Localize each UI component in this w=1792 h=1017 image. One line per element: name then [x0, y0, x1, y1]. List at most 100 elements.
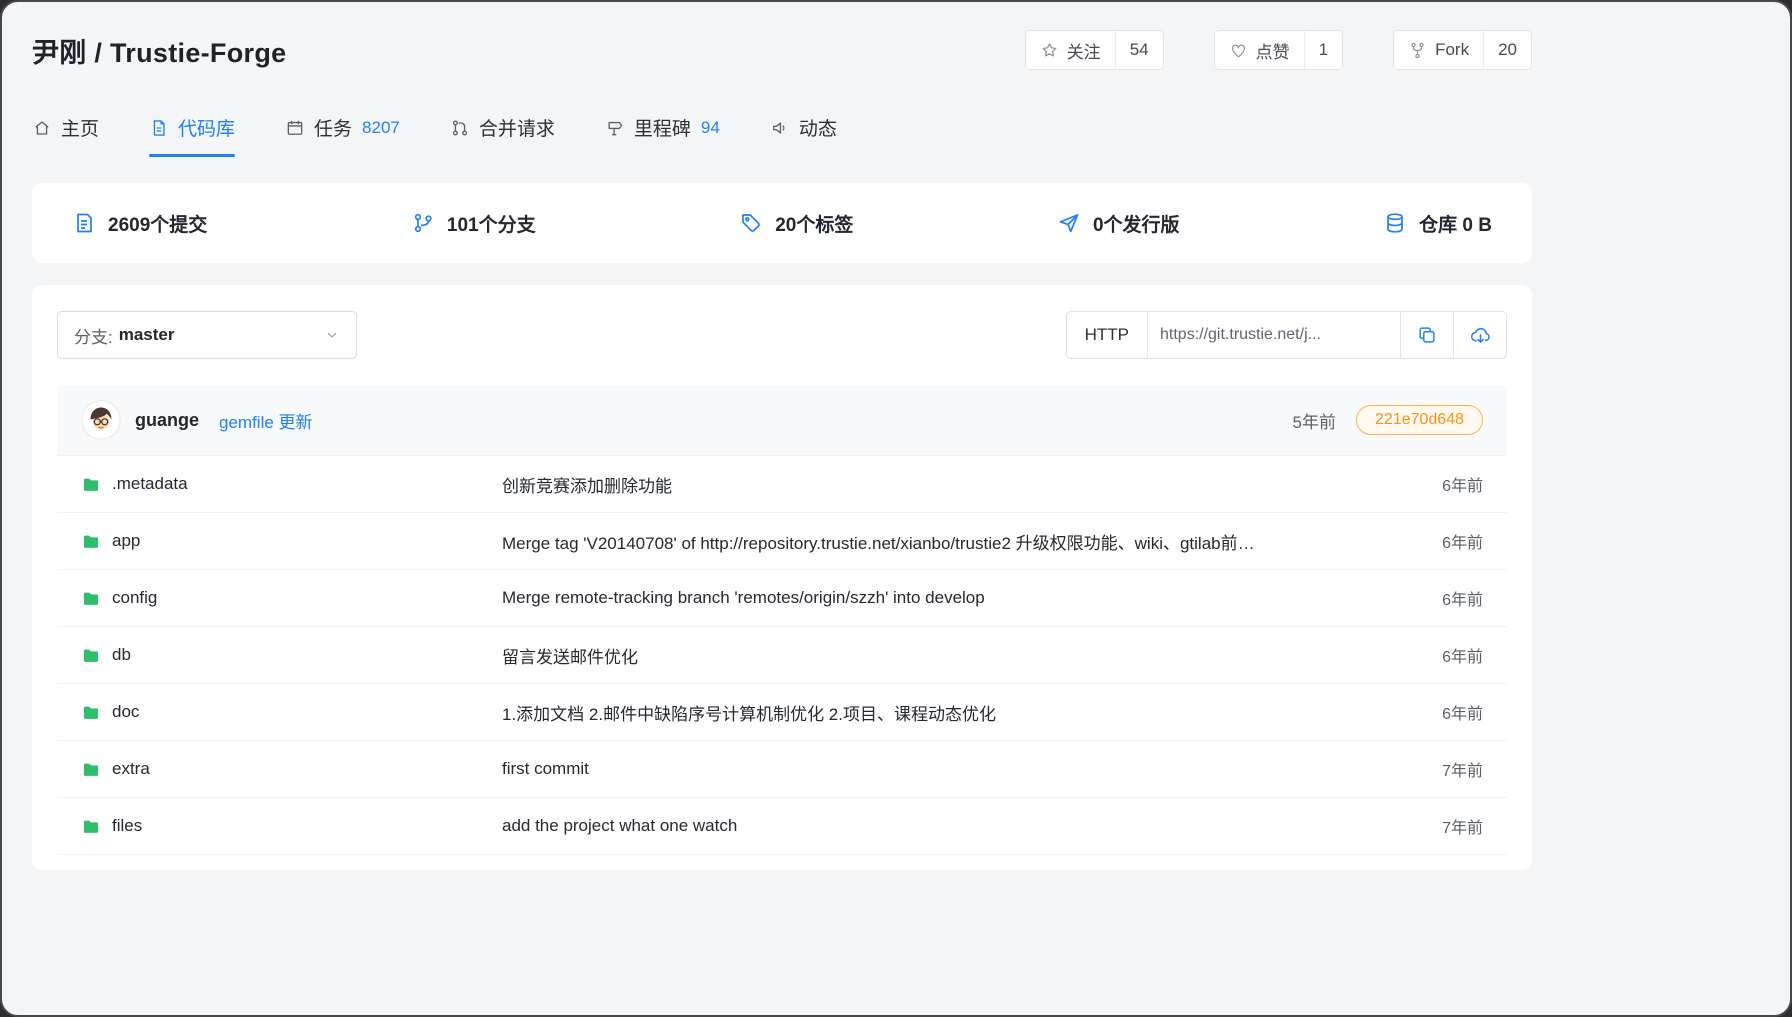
watch-count[interactable]: 54: [1115, 31, 1163, 69]
stat-tags[interactable]: 20个标签: [739, 210, 853, 237]
repo-stats-bar: 2609个提交 101个分支 20个标签 0个发行版 仓库 0 B: [32, 183, 1532, 263]
page-content: 尹刚 / Trustie-Forge 关注 54 点赞 1: [32, 2, 1532, 870]
file-commit-message[interactable]: 1.添加文档 2.邮件中缺陷序号计算机制优化 2.项目、课程动态优化: [502, 700, 1413, 725]
branch-selector-label: 分支:: [74, 323, 113, 348]
folder-icon: [81, 588, 101, 608]
stat-repo-size[interactable]: 仓库 0 B: [1383, 210, 1492, 237]
watch-button[interactable]: 关注 54: [1025, 30, 1164, 70]
repo-tabs: 主页 代码库 任务 8207 合并请求 里程碑 94 动态: [32, 114, 1532, 157]
file-commit-message[interactable]: add the project what one watch: [502, 816, 1413, 836]
file-commit-message[interactable]: 留言发送邮件优化: [502, 643, 1413, 668]
stat-releases[interactable]: 0个发行版: [1057, 210, 1180, 237]
branch-icon: [411, 211, 435, 235]
folder-icon: [81, 531, 101, 551]
file-commit-message[interactable]: first commit: [502, 759, 1413, 779]
folder-icon: [81, 759, 101, 779]
folder-icon: [81, 816, 101, 836]
page-header: 尹刚 / Trustie-Forge 关注 54 点赞 1: [32, 2, 1532, 70]
file-commit-time: 6年前: [1413, 643, 1483, 667]
fork-label: Fork: [1435, 40, 1469, 60]
fork-button[interactable]: Fork 20: [1393, 30, 1532, 70]
repo-toolbar: 分支: master HTTP https://git.trustie.net/…: [57, 311, 1507, 359]
folder-icon: [81, 645, 101, 665]
tab-activity[interactable]: 动态: [770, 114, 837, 157]
praise-button[interactable]: 点赞 1: [1214, 30, 1343, 70]
stat-repo-size-label: 仓库 0 B: [1419, 210, 1492, 237]
file-commit-message[interactable]: Merge tag 'V20140708' of http://reposito…: [502, 529, 1413, 554]
file-commit-time: 7年前: [1413, 814, 1483, 838]
header-actions: 关注 54 点赞 1 Fork 20: [1025, 30, 1532, 70]
file-name-link[interactable]: extra: [112, 759, 150, 779]
file-name-link[interactable]: app: [112, 531, 140, 551]
file-name-link[interactable]: doc: [112, 702, 139, 722]
file-commit-message[interactable]: 创新竞赛添加删除功能: [502, 472, 1413, 497]
table-row[interactable]: .metadata 创新竞赛添加删除功能 6年前: [57, 455, 1507, 512]
tab-merge-requests[interactable]: 合并请求: [450, 114, 555, 157]
table-row[interactable]: doc 1.添加文档 2.邮件中缺陷序号计算机制优化 2.项目、课程动态优化 6…: [57, 683, 1507, 740]
tab-merge-requests-label: 合并请求: [479, 114, 555, 141]
table-row[interactable]: db 留言发送邮件优化 6年前: [57, 626, 1507, 683]
branch-selector-value: master: [119, 325, 175, 345]
tab-tasks-count: 8207: [362, 118, 400, 138]
tab-milestones-count: 94: [701, 118, 720, 138]
folder-icon: [81, 474, 101, 494]
star-icon: [1040, 41, 1059, 60]
heart-icon: [1229, 41, 1248, 60]
copy-icon: [1416, 324, 1438, 346]
table-row[interactable]: extra first commit 7年前: [57, 740, 1507, 797]
tab-home-label: 主页: [61, 114, 99, 141]
tab-code[interactable]: 代码库: [149, 114, 235, 157]
copy-url-button[interactable]: [1401, 312, 1454, 358]
activity-speaker-icon: [770, 118, 790, 138]
tab-home[interactable]: 主页: [32, 114, 99, 157]
file-commit-time: 7年前: [1413, 757, 1483, 781]
file-commit-time: 6年前: [1413, 472, 1483, 496]
merge-request-icon: [450, 118, 470, 138]
tab-milestones-label: 里程碑: [634, 114, 691, 141]
branch-selector[interactable]: 分支: master: [57, 311, 357, 359]
file-name-link[interactable]: files: [112, 816, 142, 836]
stat-branches[interactable]: 101个分支: [411, 210, 536, 237]
database-icon: [1383, 211, 1407, 235]
commits-icon: [72, 211, 96, 235]
avatar[interactable]: [81, 400, 121, 440]
stat-commits[interactable]: 2609个提交: [72, 210, 207, 237]
file-commit-message[interactable]: Merge remote-tracking branch 'remotes/or…: [502, 588, 1413, 608]
tab-tasks[interactable]: 任务 8207: [285, 114, 400, 157]
table-row[interactable]: app Merge tag 'V20140708' of http://repo…: [57, 512, 1507, 569]
stat-commits-label: 2609个提交: [108, 210, 207, 237]
commit-time: 5年前: [1293, 408, 1336, 433]
latest-commit-bar: guange gemfile 更新 5年前 221e70d648: [57, 385, 1507, 455]
release-plane-icon: [1057, 211, 1081, 235]
file-name-link[interactable]: .metadata: [112, 474, 188, 494]
app-window: 尹刚 / Trustie-Forge 关注 54 点赞 1: [0, 0, 1792, 1017]
commit-author-link[interactable]: guange: [135, 410, 199, 431]
commit-message-link[interactable]: gemfile 更新: [219, 408, 313, 433]
folder-icon: [81, 702, 101, 722]
clone-url-field[interactable]: https://git.trustie.net/j...: [1148, 312, 1401, 358]
commit-sha-badge[interactable]: 221e70d648: [1356, 405, 1483, 435]
tasks-icon: [285, 118, 305, 138]
repo-browser-card: 分支: master HTTP https://git.trustie.net/…: [32, 285, 1532, 870]
download-button[interactable]: [1454, 312, 1506, 358]
praise-count[interactable]: 1: [1304, 31, 1342, 69]
table-row[interactable]: files add the project what one watch 7年前: [57, 797, 1507, 854]
protocol-select[interactable]: HTTP: [1067, 312, 1148, 358]
chevron-down-icon: [324, 327, 340, 343]
watch-label: 关注: [1067, 38, 1101, 63]
fork-count[interactable]: 20: [1483, 31, 1531, 69]
table-row-partial[interactable]: [57, 854, 1507, 870]
file-name-link[interactable]: db: [112, 645, 131, 665]
tab-tasks-label: 任务: [314, 114, 352, 141]
page-title: 尹刚 / Trustie-Forge: [32, 31, 286, 70]
tag-icon: [739, 211, 763, 235]
table-row[interactable]: config Merge remote-tracking branch 'rem…: [57, 569, 1507, 626]
tab-milestones[interactable]: 里程碑 94: [605, 114, 720, 157]
home-icon: [32, 118, 52, 138]
stat-branches-label: 101个分支: [447, 210, 536, 237]
fork-icon: [1408, 41, 1427, 60]
file-name-link[interactable]: config: [112, 588, 157, 608]
tab-activity-label: 动态: [799, 114, 837, 141]
file-commit-time: 6年前: [1413, 700, 1483, 724]
stat-releases-label: 0个发行版: [1093, 210, 1180, 237]
